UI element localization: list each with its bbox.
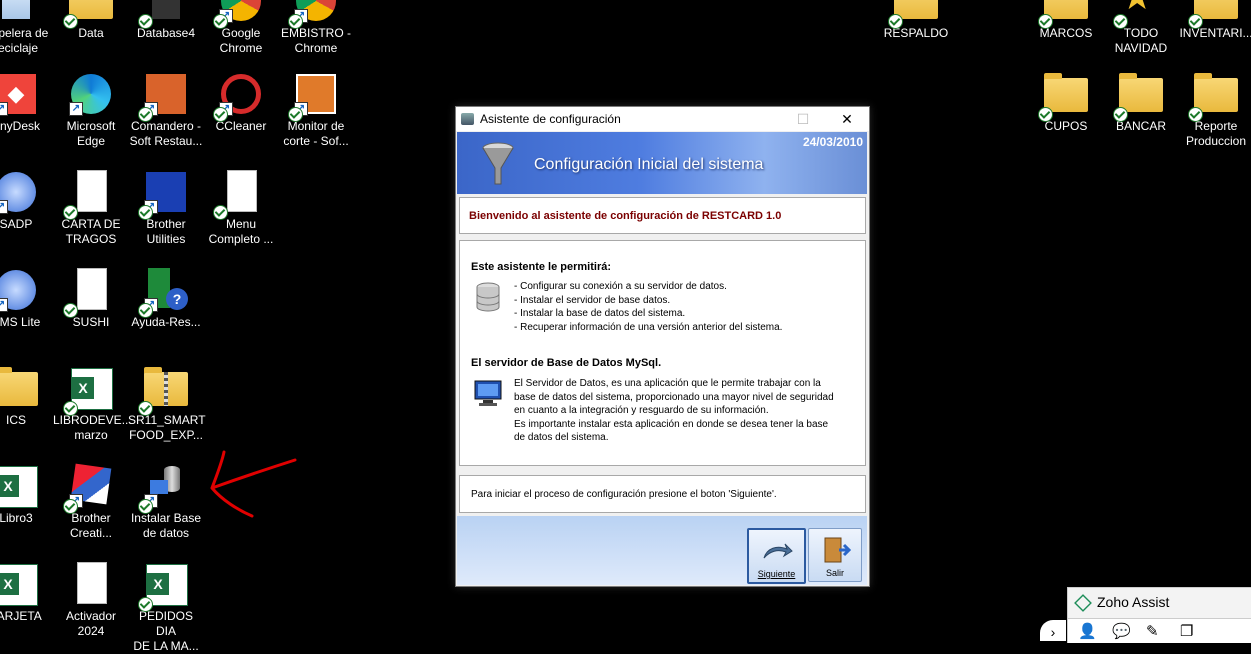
annotation-arrow-install bbox=[210, 450, 297, 518]
section2_lines-line: El Servidor de Datos, es una aplicación … bbox=[514, 378, 821, 389]
computer-icon bbox=[474, 380, 502, 406]
section1_lines-line: - Instalar el servidor de base datos. bbox=[514, 294, 671, 306]
section1_lines-line: - Configurar su conexión a su servidor d… bbox=[514, 281, 727, 292]
database-icon bbox=[476, 282, 500, 312]
welcome-text: Bienvenido al asistente de configuración… bbox=[469, 210, 782, 222]
zoho-title: Zoho Assist bbox=[1097, 594, 1170, 610]
section1_lines-line: - Recuperar información de una versión a… bbox=[514, 321, 783, 333]
setup-wizard-dialog: Asistente de configuración ☐ ✕ Configura… bbox=[455, 106, 870, 587]
forward-arrow-icon bbox=[763, 543, 793, 559]
section2_lines-line: Es importante instalar esta aplicación e… bbox=[514, 418, 829, 430]
footer-text: Para iniciar el proceso de configuración… bbox=[471, 489, 777, 500]
exit-label: Salir bbox=[825, 568, 844, 578]
section1-title: Este asistente le permitirá: bbox=[471, 261, 612, 273]
section2_lines-line: de datos del sistema. bbox=[514, 432, 609, 443]
banner-date: 24/03/2010 bbox=[802, 135, 863, 149]
next-button[interactable]: Siguiente bbox=[747, 528, 806, 584]
next-label: Siguiente bbox=[757, 569, 796, 579]
footer-panel: Para iniciar el proceso de configuración… bbox=[459, 475, 866, 513]
copy-icon[interactable]: ❐ bbox=[1180, 622, 1193, 640]
funnel-icon bbox=[482, 142, 514, 185]
banner-title: Configuración Inicial del sistema bbox=[534, 156, 764, 173]
info-panel: Este asistente le permitirá: - Configura… bbox=[459, 240, 866, 466]
section2-title: El servidor de Base de Datos MySql. bbox=[471, 357, 662, 369]
exit-button[interactable]: Salir bbox=[808, 528, 862, 582]
zoho-expand-button[interactable]: › bbox=[1040, 620, 1066, 641]
section2_lines-line: en cuanto a la integración y resguardo d… bbox=[514, 405, 769, 416]
maximize-button[interactable]: ☐ bbox=[781, 107, 825, 131]
wizard-banner: Configuración Inicial del sistema 24/03/… bbox=[457, 132, 867, 194]
button-area: Siguiente Salir bbox=[457, 516, 867, 585]
chat-icon[interactable]: 💬 bbox=[1112, 622, 1131, 640]
dialog-titlebar[interactable]: Asistente de configuración ☐ ✕ bbox=[456, 107, 869, 131]
section2_lines-line: base de datos del sistema, proporcionado… bbox=[514, 391, 834, 403]
zoho-toolbar: 👤 💬 ✎ ❐ bbox=[1068, 618, 1251, 643]
exit-door-icon bbox=[824, 537, 851, 563]
dialog-title: Asistente de configuración bbox=[480, 112, 621, 126]
welcome-panel: Bienvenido al asistente de configuración… bbox=[459, 197, 866, 234]
pen-icon[interactable]: ✎ bbox=[1146, 622, 1159, 640]
zoho-assist-panel: Zoho Assist 👤 💬 ✎ ❐ bbox=[1067, 587, 1251, 643]
app-icon bbox=[461, 113, 474, 125]
user-icon[interactable]: 👤 bbox=[1078, 622, 1097, 640]
close-button[interactable]: ✕ bbox=[825, 107, 869, 131]
section1_lines-line: - Instalar la base de datos del sistema. bbox=[514, 308, 686, 319]
zoho-logo-icon bbox=[1074, 594, 1092, 612]
